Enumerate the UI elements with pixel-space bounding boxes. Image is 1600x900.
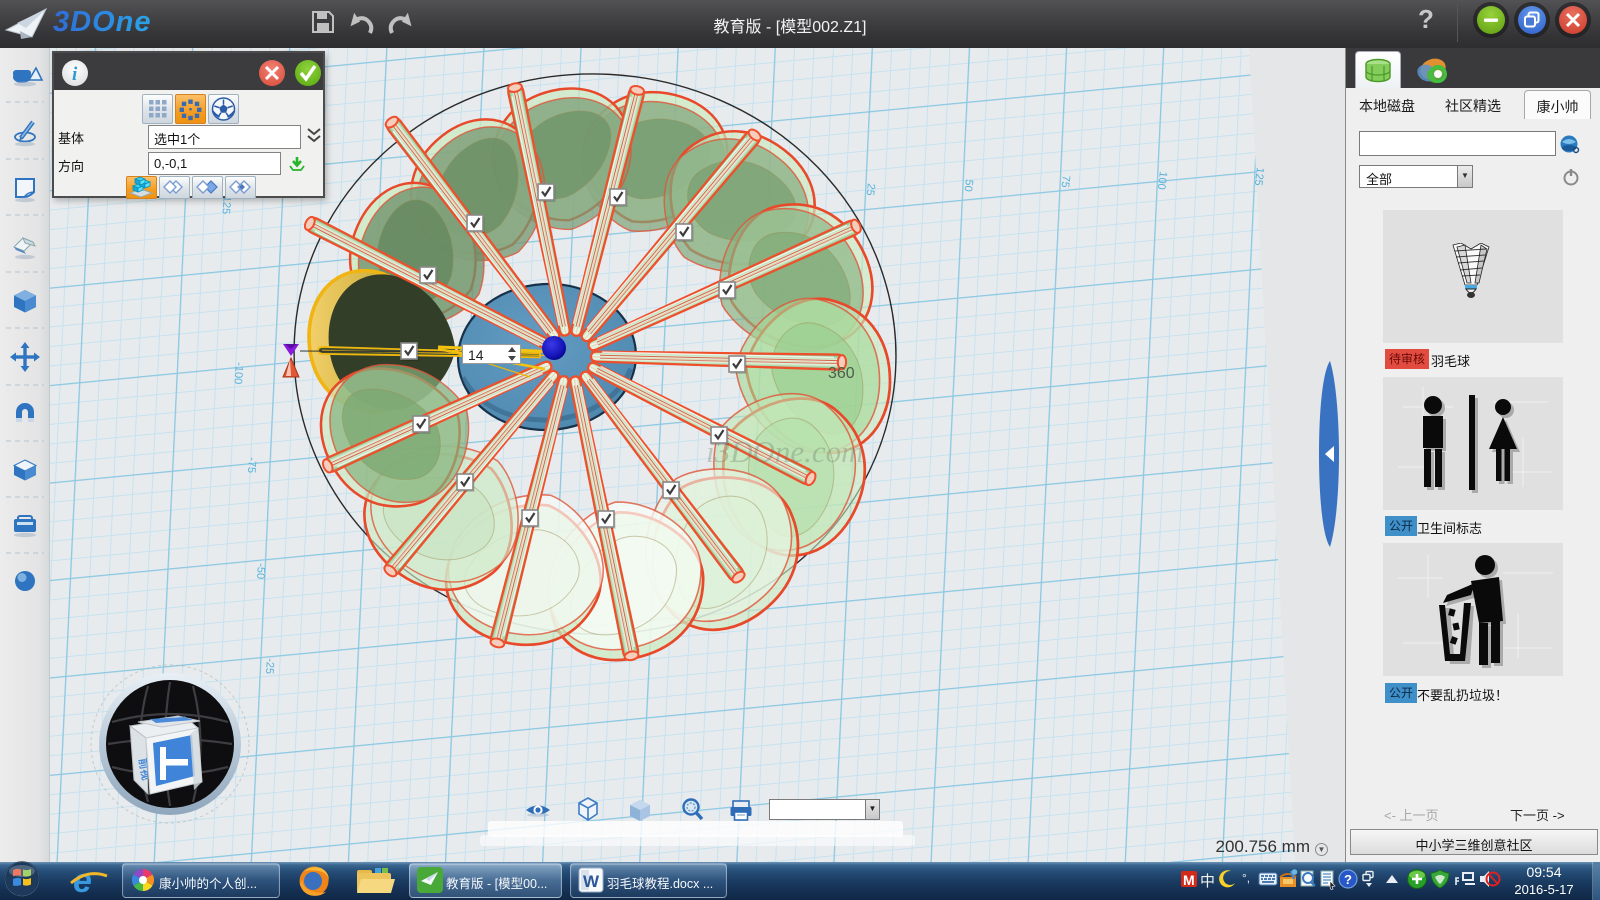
svg-text:25: 25 [864, 183, 877, 197]
svg-text:75: 75 [1059, 175, 1072, 189]
svg-text:-25: -25 [263, 658, 276, 675]
svg-text:M: M [1183, 872, 1195, 888]
svg-text:125: 125 [1252, 167, 1266, 187]
svg-text:°,: °, [1242, 871, 1250, 885]
svg-text:-100: -100 [231, 362, 245, 385]
svg-text:-50: -50 [254, 563, 267, 580]
svg-text:i3DOne.com: i3DOne.com [706, 434, 864, 469]
svg-text:-75: -75 [245, 457, 258, 474]
svg-text:W: W [583, 872, 600, 891]
svg-text:100: 100 [1155, 171, 1169, 191]
svg-text:?: ? [1344, 872, 1352, 887]
svg-text:i: i [72, 64, 78, 85]
svg-text:中: 中 [1200, 873, 1215, 890]
svg-text:360: 360 [828, 365, 855, 382]
svg-text:50: 50 [962, 179, 975, 193]
